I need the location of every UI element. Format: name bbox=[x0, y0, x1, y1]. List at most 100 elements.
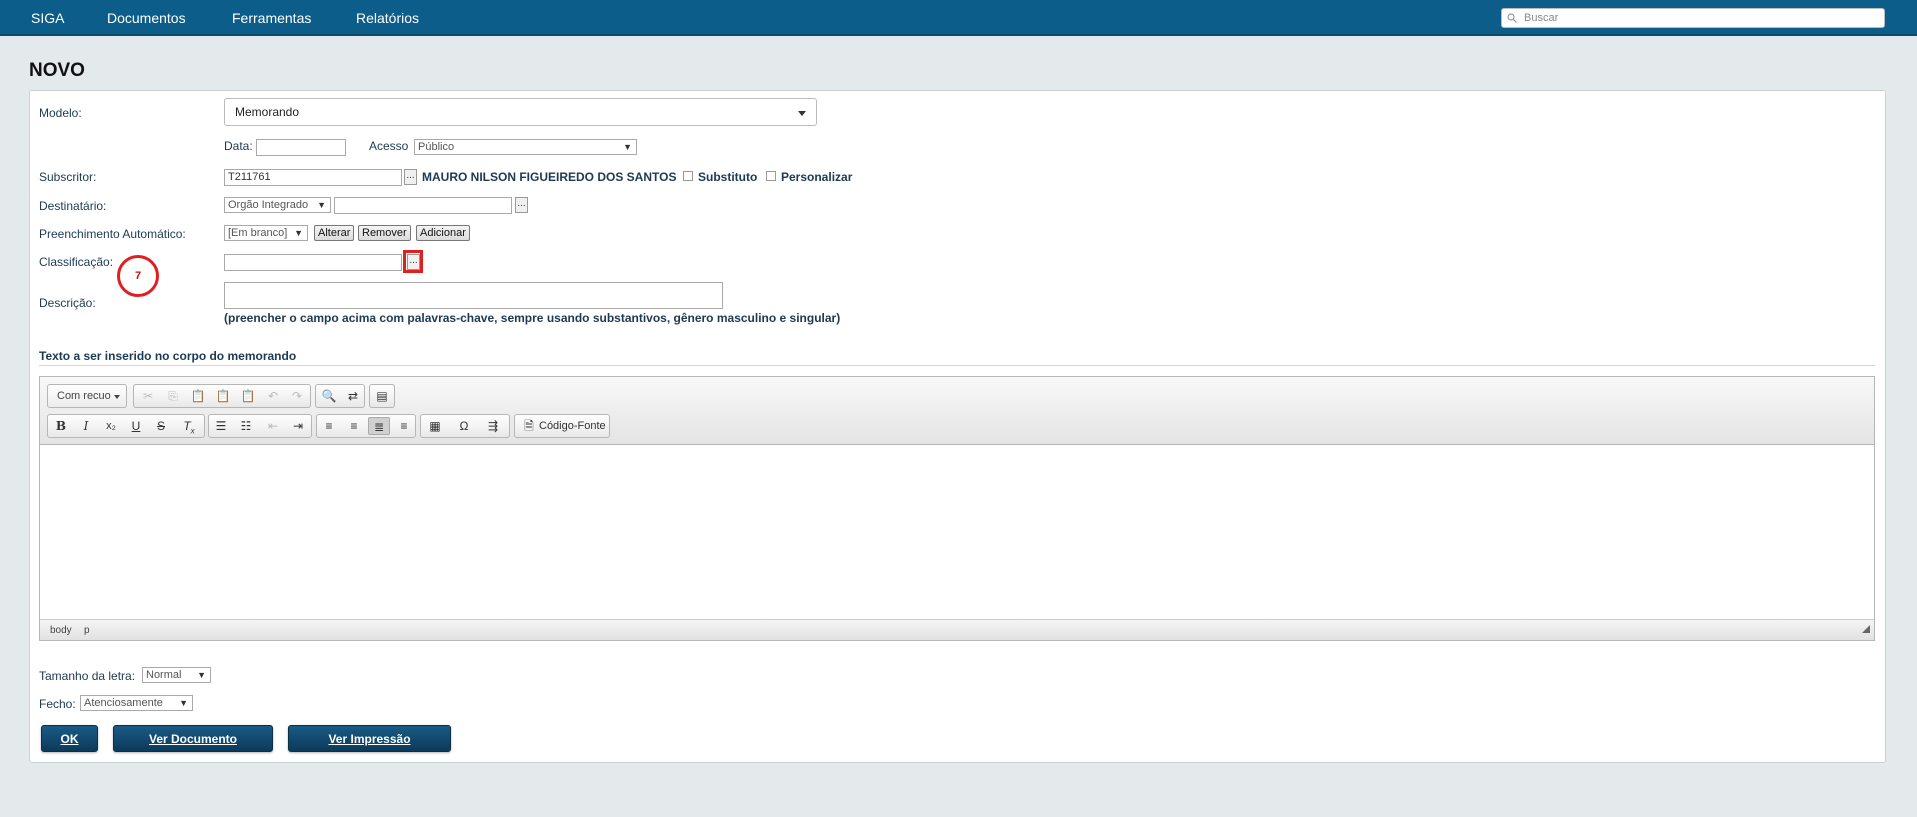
subscritor-name: MAURO NILSON FIGUEIREDO DOS SANTOS bbox=[422, 170, 677, 184]
adicionar-button[interactable]: Adicionar bbox=[416, 225, 470, 241]
resize-handle-icon[interactable] bbox=[1862, 625, 1870, 633]
destinatario-search-button[interactable]: ... bbox=[515, 197, 528, 213]
highlight-box bbox=[403, 250, 423, 273]
numbered-list-icon[interactable]: ☰ bbox=[210, 417, 232, 435]
nav-documentos[interactable]: Documentos bbox=[107, 10, 186, 26]
destinatario-label: Destinatário: bbox=[39, 199, 107, 213]
fecho-label: Fecho: bbox=[39, 697, 76, 711]
destinatario-type-select[interactable]: Orgão Integrado ▼ bbox=[224, 197, 331, 213]
arrow-down-icon: ▼ bbox=[317, 200, 326, 210]
editor-status-bar: body p bbox=[40, 619, 1874, 640]
preenchimento-value: [Em branco] bbox=[228, 227, 288, 239]
select-all-group: ▤ bbox=[369, 384, 395, 408]
align-center-icon[interactable]: ≡ bbox=[343, 417, 365, 435]
search-icon bbox=[1507, 13, 1517, 23]
source-label: Código-Fonte bbox=[539, 420, 606, 432]
align-right-icon[interactable]: ≡ bbox=[393, 417, 415, 435]
page-break-icon[interactable]: ⇶ bbox=[482, 417, 504, 435]
nav-relatorios[interactable]: Relatórios bbox=[356, 10, 419, 26]
top-navbar: SIGA Documentos Ferramentas Relatórios bbox=[0, 0, 1917, 36]
subscript-icon[interactable]: x₂ bbox=[100, 417, 122, 435]
styles-combo-value: Com recuo bbox=[57, 390, 111, 402]
italic-icon[interactable]: I bbox=[75, 417, 97, 435]
ver-documento-button[interactable]: Ver Documento bbox=[113, 725, 273, 752]
undo-icon[interactable]: ↶ bbox=[262, 387, 284, 405]
classificacao-label: Classificação: bbox=[39, 255, 114, 269]
step-annotation-circle: 7 bbox=[117, 255, 159, 297]
classificacao-field[interactable] bbox=[224, 254, 402, 271]
tamanho-label: Tamanho da letra: bbox=[39, 669, 136, 683]
path-body[interactable]: body bbox=[50, 625, 72, 636]
descricao-hint: (preencher o campo acima com palavras-ch… bbox=[224, 311, 841, 325]
find-icon[interactable]: 🔍 bbox=[318, 387, 340, 405]
search-box bbox=[1501, 8, 1885, 28]
nav-siga[interactable]: SIGA bbox=[31, 10, 64, 26]
modelo-select[interactable]: Memorando bbox=[224, 98, 817, 126]
paste-text-icon[interactable]: 📋 bbox=[212, 387, 234, 405]
acesso-select[interactable]: Público ▼ bbox=[414, 139, 637, 155]
data-field[interactable] bbox=[256, 139, 346, 156]
source-icon: 🗎 bbox=[524, 419, 534, 433]
replace-icon[interactable]: ⇄ bbox=[342, 387, 364, 405]
bold-icon[interactable]: B bbox=[50, 417, 72, 435]
preenchimento-label: Preenchimento Automático: bbox=[39, 227, 186, 241]
arrow-down-icon: ▼ bbox=[294, 228, 303, 238]
destinatario-field[interactable] bbox=[334, 197, 512, 214]
caret-down-icon bbox=[798, 111, 806, 116]
subscritor-code: T211761 bbox=[228, 171, 271, 183]
insert-group: ▦ Ω ⇶ bbox=[420, 414, 510, 438]
search-input[interactable] bbox=[1522, 10, 1880, 26]
data-label: Data: bbox=[224, 139, 253, 153]
subscritor-code-field[interactable]: T211761 bbox=[224, 169, 402, 186]
arrow-down-icon: ▼ bbox=[179, 698, 188, 708]
clipboard-group: ✂ ⎘ 📋 📋 📋 ↶ ↷ bbox=[133, 384, 311, 408]
align-left-icon[interactable]: ≡ bbox=[318, 417, 340, 435]
format-group: B I x₂ U S Tx bbox=[47, 414, 205, 438]
indent-icon[interactable]: ⇥ bbox=[287, 417, 309, 435]
substituto-label: Substituto bbox=[698, 170, 758, 184]
styles-combo[interactable]: Com recuo bbox=[47, 384, 127, 408]
editor-section-title: Texto a ser inserido no corpo do memoran… bbox=[39, 349, 1875, 366]
nav-ferramentas[interactable]: Ferramentas bbox=[232, 10, 311, 26]
ok-button[interactable]: OK bbox=[41, 725, 98, 752]
select-all-icon[interactable]: ▤ bbox=[371, 387, 393, 405]
preenchimento-select[interactable]: [Em branco] ▼ bbox=[224, 225, 308, 241]
acesso-value: Público bbox=[418, 141, 455, 153]
bulleted-list-icon[interactable]: ☷ bbox=[235, 417, 257, 435]
tamanho-select[interactable]: Normal ▼ bbox=[142, 667, 211, 683]
subscritor-label: Subscritor: bbox=[39, 170, 97, 184]
modelo-value: Memorando bbox=[235, 105, 300, 119]
personalizar-label: Personalizar bbox=[781, 170, 853, 184]
table-icon[interactable]: ▦ bbox=[424, 417, 446, 435]
tamanho-value: Normal bbox=[146, 669, 182, 681]
destinatario-type-value: Orgão Integrado bbox=[228, 199, 309, 211]
editor-content-area[interactable] bbox=[40, 445, 1874, 621]
descricao-textarea[interactable] bbox=[224, 282, 723, 309]
alterar-button[interactable]: Alterar bbox=[314, 225, 355, 241]
remover-button[interactable]: Remover bbox=[358, 225, 411, 241]
strikethrough-icon[interactable]: S bbox=[150, 417, 172, 435]
paste-word-icon[interactable]: 📋 bbox=[237, 387, 259, 405]
source-group[interactable]: 🗎 Código-Fonte bbox=[514, 414, 610, 438]
rich-text-editor: Com recuo ✂ ⎘ 📋 📋 📋 ↶ ↷ 🔍 ⇄ ▤ B I x₂ U S… bbox=[39, 376, 1875, 641]
path-p[interactable]: p bbox=[84, 625, 90, 636]
align-justify-icon[interactable]: ≣ bbox=[368, 417, 390, 435]
copy-icon[interactable]: ⎘ bbox=[162, 387, 184, 405]
outdent-icon[interactable]: ⇤ bbox=[262, 417, 284, 435]
remove-format-icon[interactable]: Tx bbox=[178, 417, 200, 435]
ver-impressao-button[interactable]: Ver Impressão bbox=[288, 725, 451, 752]
descricao-label: Descrição: bbox=[39, 296, 96, 310]
arrow-down-icon: ▼ bbox=[623, 142, 632, 152]
personalizar-checkbox[interactable] bbox=[766, 171, 776, 181]
underline-icon[interactable]: U bbox=[125, 417, 147, 435]
align-group: ≡ ≡ ≣ ≡ bbox=[316, 414, 416, 438]
substituto-checkbox[interactable] bbox=[683, 171, 693, 181]
cut-icon[interactable]: ✂ bbox=[137, 387, 159, 405]
fecho-select[interactable]: Atenciosamente ▼ bbox=[80, 695, 193, 711]
caret-down-icon bbox=[114, 395, 120, 399]
redo-icon[interactable]: ↷ bbox=[286, 387, 308, 405]
editor-toolbar: Com recuo ✂ ⎘ 📋 📋 📋 ↶ ↷ 🔍 ⇄ ▤ B I x₂ U S… bbox=[40, 377, 1874, 445]
paste-icon[interactable]: 📋 bbox=[187, 387, 209, 405]
subscritor-search-button[interactable]: ... bbox=[404, 169, 417, 185]
special-char-icon[interactable]: Ω bbox=[453, 417, 475, 435]
